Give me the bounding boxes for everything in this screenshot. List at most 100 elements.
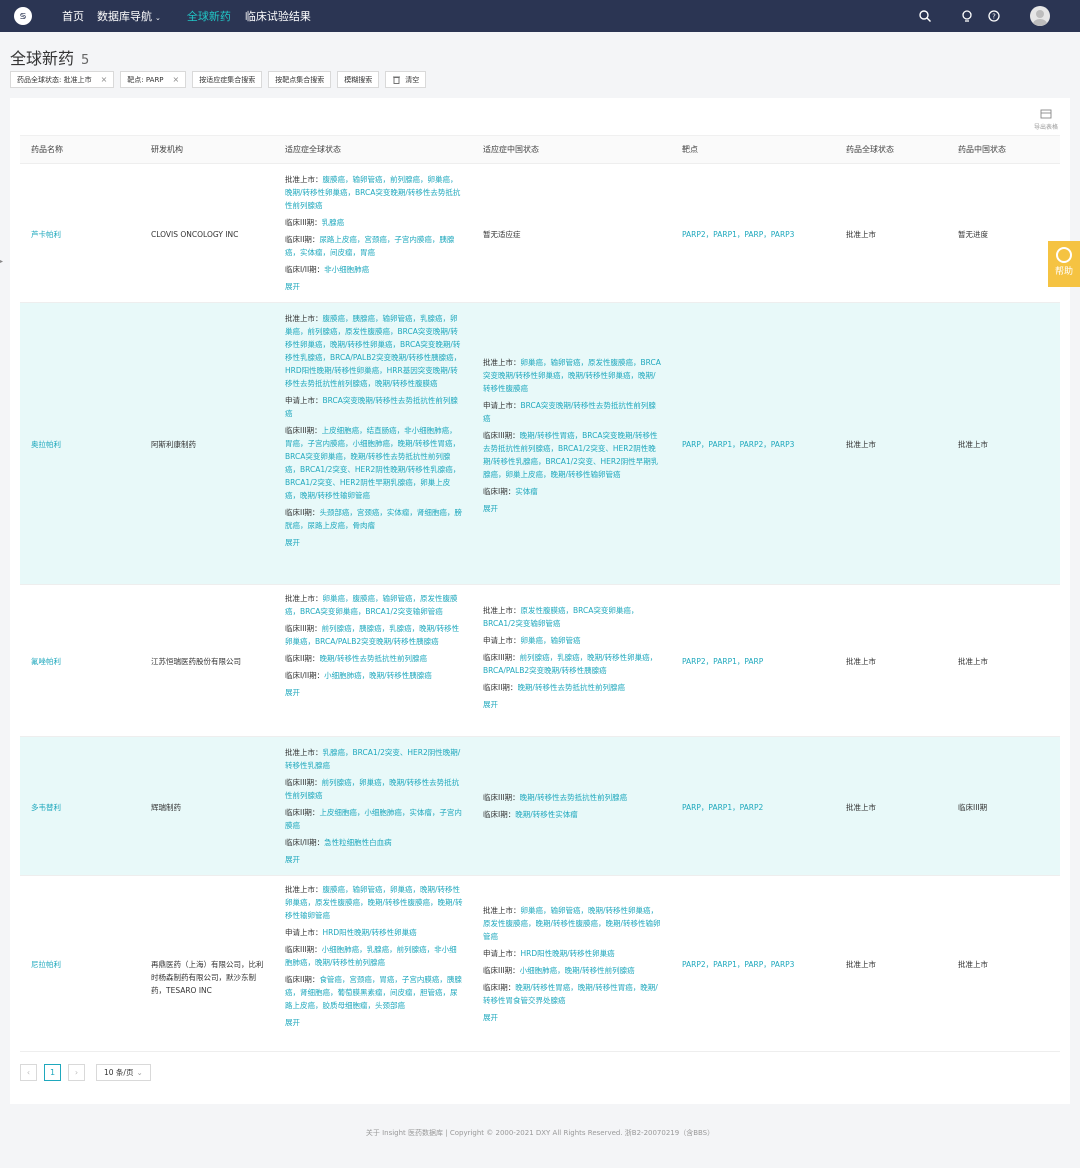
drug-name-link[interactable]: 奥拉帕利 <box>31 438 61 451</box>
filter-chip-target[interactable]: 靶点: PARP × <box>120 71 187 88</box>
drug-name-link[interactable]: 多韦替利 <box>31 801 61 814</box>
table-row[interactable]: 多韦替利 辉瑞制药 PARP，PARP1，PARP2 批准上市 临床III期 批准上市：乳… <box>20 737 1060 876</box>
indication-list[interactable]: HRD阳性晚期/转移性卵巢癌 <box>323 928 417 937</box>
expand-link[interactable]: 展开 <box>285 536 463 549</box>
indication-entry: 申请上市：HRD阳性晚期/转移性卵巢癌 <box>483 947 661 960</box>
expand-link[interactable]: 展开 <box>483 698 661 711</box>
page-size-select[interactable]: 10 条/页 ⌄ <box>96 1064 151 1081</box>
phase-label: 临床I/II期： <box>285 838 325 847</box>
indication-entry: 临床I期：晚期/转移性实体瘤 <box>483 808 661 821</box>
indication-entry: 临床I/II期：小细胞肺癌，晚期/转移性胰腺癌 <box>285 669 463 682</box>
sidebar-toggle-icon[interactable]: ▸ <box>0 258 7 269</box>
expand-link[interactable]: 展开 <box>483 1011 661 1024</box>
chevron-down-icon: ⌄ <box>136 1068 143 1077</box>
targets[interactable]: PARP2，PARP1，PARP，PARP3 <box>682 958 794 971</box>
phase-label: 临床III期： <box>483 431 520 440</box>
indication-entry: 临床II期：食管癌，宫颈癌，胃癌，子宫内膜癌，胰腺癌，肾细胞癌，葡萄膜黑素瘤，间… <box>285 973 463 1012</box>
expand-link[interactable]: 展开 <box>285 686 463 699</box>
button-label: 清空 <box>405 75 420 84</box>
indication-list[interactable]: 晚期/转移性去势抵抗性前列腺癌 <box>319 654 427 663</box>
phase-label: 批准上市： <box>285 748 323 757</box>
indication-list[interactable]: 非小细胞肺癌 <box>324 265 369 274</box>
indication-list[interactable]: 实体瘤 <box>515 487 538 496</box>
indication-list[interactable]: 卵巢癌，输卵管癌 <box>521 636 581 645</box>
indication-list[interactable]: 乳腺癌 <box>322 218 345 227</box>
nav-clinical-results[interactable]: 临床试验结果 <box>245 8 311 24</box>
indication-entry: 临床II期：尿路上皮癌，宫颈癌，子宫内膜癌，胰腺癌，实体瘤，间皮瘤，胃癌 <box>285 233 463 259</box>
fuzzy-search-button[interactable]: 模糊搜索 <box>337 71 380 88</box>
clear-button[interactable]: 清空 <box>385 71 427 88</box>
column-header[interactable]: 药品全球状态 <box>846 144 894 155</box>
indication-global-cell: 批准上市：卵巢癌，腹膜癌，输卵管癌，原发性腹膜癌，BRCA突变卵巢癌，BRCA1… <box>285 592 463 699</box>
expand-link[interactable]: 展开 <box>483 502 661 515</box>
expand-link[interactable]: 展开 <box>285 280 463 293</box>
indication-entry: 临床II期：上皮细胞癌，小细胞肺癌，实体瘤，子宫内膜癌 <box>285 806 463 832</box>
phase-label: 临床III期： <box>483 793 520 802</box>
indication-list[interactable]: 小细胞肺癌，晚期/转移性前列腺癌 <box>520 966 635 975</box>
indication-entry: 临床II期：晚期/转移性去势抵抗性前列腺癌 <box>483 681 661 694</box>
column-header[interactable]: 适应症全球状态 <box>285 144 341 155</box>
nav-global-new-drugs[interactable]: 全球新药 <box>187 8 231 24</box>
indication-list[interactable]: 晚期/转移性去势抵抗性前列腺癌 <box>517 683 625 692</box>
global-status: 批准上市 <box>846 802 876 812</box>
expand-link[interactable]: 展开 <box>285 1016 463 1029</box>
prev-page-button[interactable]: ‹ <box>20 1064 37 1081</box>
phase-label: 批准上市： <box>483 906 521 915</box>
lightbulb-icon[interactable] <box>960 9 974 23</box>
indication-entry: 临床III期：晚期/转移性胃癌，BRCA突变晚期/转移性去势抵抗性前列腺癌，BR… <box>483 429 661 481</box>
indication-global-cell: 批准上市：乳腺癌，BRCA1/2突变、HER2阴性晚期/转移性乳腺癌临床III期… <box>285 746 463 866</box>
table-row[interactable]: 氟唑帕利 江苏恒瑞医药股份有限公司 PARP2，PARP1，PARP 批准上市 批准上市… <box>20 585 1060 737</box>
search-icon[interactable] <box>918 9 932 23</box>
column-header[interactable]: 药品名称 <box>31 144 63 155</box>
close-icon[interactable]: × <box>173 75 180 84</box>
table-row[interactable]: 尼拉帕利 再鼎医药（上海）有限公司，比利时杨森制药有限公司，默沙东制药，TESAR… <box>20 876 1060 1052</box>
drug-table: 药品名称 研发机构 适应症全球状态 适应症中国状态 靶点 药品全球状态 药品中国… <box>20 135 1060 1052</box>
user-avatar[interactable] <box>1030 6 1050 26</box>
targets[interactable]: PARP，PARP1，PARP2 <box>682 801 763 814</box>
close-icon[interactable]: × <box>101 75 108 84</box>
column-header[interactable]: 药品中国状态 <box>958 144 1006 155</box>
indication-set-search-button[interactable]: 按适应症集合搜索 <box>192 71 263 88</box>
nav-database[interactable]: 数据库导航 ⌄ <box>97 8 161 24</box>
phase-label: 临床II期： <box>285 508 320 517</box>
table-row[interactable]: 奥拉帕利 阿斯利康制药 PARP，PARP1，PARP2，PARP3 批准上市 批准上市… <box>20 303 1060 585</box>
app-logo[interactable]: 𝕤 <box>14 7 32 25</box>
drug-name-link[interactable]: 芦卡帕利 <box>31 228 61 241</box>
indication-list[interactable]: 小细胞肺癌，晚期/转移性胰腺癌 <box>324 671 432 680</box>
target-set-search-button[interactable]: 按靶点集合搜索 <box>268 71 332 88</box>
indication-entry: 临床III期：小细胞肺癌，乳腺癌，前列腺癌，非小细胞肺癌，晚期/转移性前列腺癌 <box>285 943 463 969</box>
help-button[interactable]: 帮助 <box>1048 241 1080 287</box>
nav-home[interactable]: 首页 <box>62 8 84 24</box>
indication-list[interactable]: 上皮细胞癌，结直肠癌，非小细胞肺癌，胃癌，子宫内膜癌，小细胞肺癌，晚期/转移性胃… <box>285 426 460 500</box>
nav-database-label: 数据库导航 <box>97 10 152 23</box>
phase-label: 临床III期： <box>285 778 322 787</box>
targets[interactable]: PARP2，PARP1，PARP，PARP3 <box>682 228 794 241</box>
targets[interactable]: PARP，PARP1，PARP2，PARP3 <box>682 438 794 451</box>
export-table-button[interactable]: 导出表格 <box>1032 109 1060 131</box>
table-row[interactable]: 芦卡帕利 CLOVIS ONCOLOGY INC PARP2，PARP1，PARP，… <box>20 164 1060 303</box>
phase-label: 临床I/II期： <box>285 671 325 680</box>
help-circle-icon[interactable]: ? <box>987 9 1001 23</box>
indication-list[interactable]: 晚期/转移性实体瘤 <box>515 810 578 819</box>
expand-link[interactable]: 展开 <box>285 853 463 866</box>
indication-list[interactable]: 腹膜癌，胰腺癌，输卵管癌，乳腺癌，卵巢癌，前列腺癌，原发性腹膜癌，BRCA突变晚… <box>285 314 461 388</box>
filter-chip-label: 靶点: PARP <box>127 75 164 84</box>
drug-name-link[interactable]: 氟唑帕利 <box>31 655 61 668</box>
next-page-button[interactable]: › <box>68 1064 85 1081</box>
column-header[interactable]: 研发机构 <box>151 144 183 155</box>
indication-entry: 批准上市：乳腺癌，BRCA1/2突变、HER2阴性晚期/转移性乳腺癌 <box>285 746 463 772</box>
indication-list[interactable]: 急性粒细胞性白血病 <box>324 838 392 847</box>
column-header[interactable]: 适应症中国状态 <box>483 144 539 155</box>
indication-list[interactable]: HRD阳性晚期/转移性卵巢癌 <box>521 949 615 958</box>
column-header[interactable]: 靶点 <box>682 144 698 155</box>
indication-list[interactable]: 晚期/转移性去势抵抗性前列腺癌 <box>520 793 628 802</box>
indication-entry: 临床I期：实体瘤 <box>483 485 661 498</box>
targets[interactable]: PARP2，PARP1，PARP <box>682 655 763 668</box>
drug-name-link[interactable]: 尼拉帕利 <box>31 958 61 971</box>
page-1-button[interactable]: 1 <box>44 1064 61 1081</box>
export-icon <box>1040 109 1052 119</box>
phase-label: 临床III期： <box>285 218 322 227</box>
indication-entry: 批准上市：卵巢癌，腹膜癌，输卵管癌，原发性腹膜癌，BRCA突变卵巢癌，BRCA1… <box>285 592 463 618</box>
filter-chip-global-status[interactable]: 药品全球状态: 批准上市 × <box>10 71 115 88</box>
indication-global-cell: 批准上市：腹膜癌，输卵管癌，前列腺癌，卵巢癌，晚期/转移性卵巢癌，BRCA突变晚… <box>285 173 463 293</box>
